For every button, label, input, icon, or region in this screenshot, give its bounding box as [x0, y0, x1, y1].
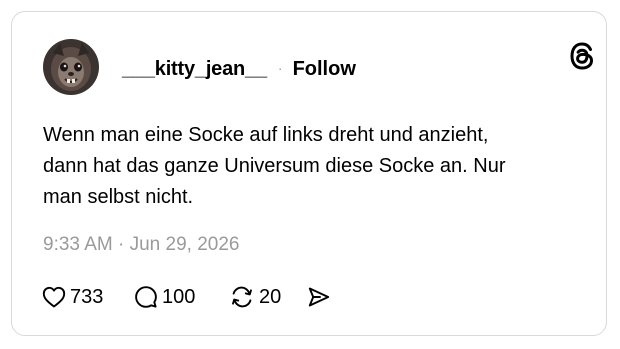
reply-count: 100	[162, 285, 196, 308]
like-count: 733	[70, 285, 104, 308]
send-icon	[308, 287, 330, 307]
reply-button[interactable]: 100	[134, 285, 229, 309]
post-text: Wenn man eine Socke auf links dreht und …	[43, 124, 506, 208]
share-button[interactable]	[307, 286, 331, 308]
follow-button[interactable]: Follow	[293, 58, 356, 81]
post-timestamp[interactable]: 9:33 AM · Jun 29, 2026	[43, 234, 239, 256]
separator-dot: ·	[277, 60, 283, 76]
post-header: ___kitty_jean__ · Follow	[122, 57, 356, 81]
like-button[interactable]: 733	[42, 286, 134, 309]
threads-logo-icon[interactable]	[568, 41, 596, 71]
avatar-image	[43, 39, 99, 95]
repost-button[interactable]: 20	[229, 285, 307, 309]
post-card: ___kitty_jean__ · Follow Wenn man eine S…	[11, 11, 607, 336]
repost-count: 20	[259, 285, 282, 308]
username-link[interactable]: ___kitty_jean__	[122, 58, 267, 81]
comment-icon	[135, 286, 157, 308]
heart-icon	[42, 286, 66, 308]
avatar[interactable]	[43, 39, 99, 95]
post-actions: 733 100 20	[42, 283, 331, 311]
repost-icon	[232, 286, 252, 308]
